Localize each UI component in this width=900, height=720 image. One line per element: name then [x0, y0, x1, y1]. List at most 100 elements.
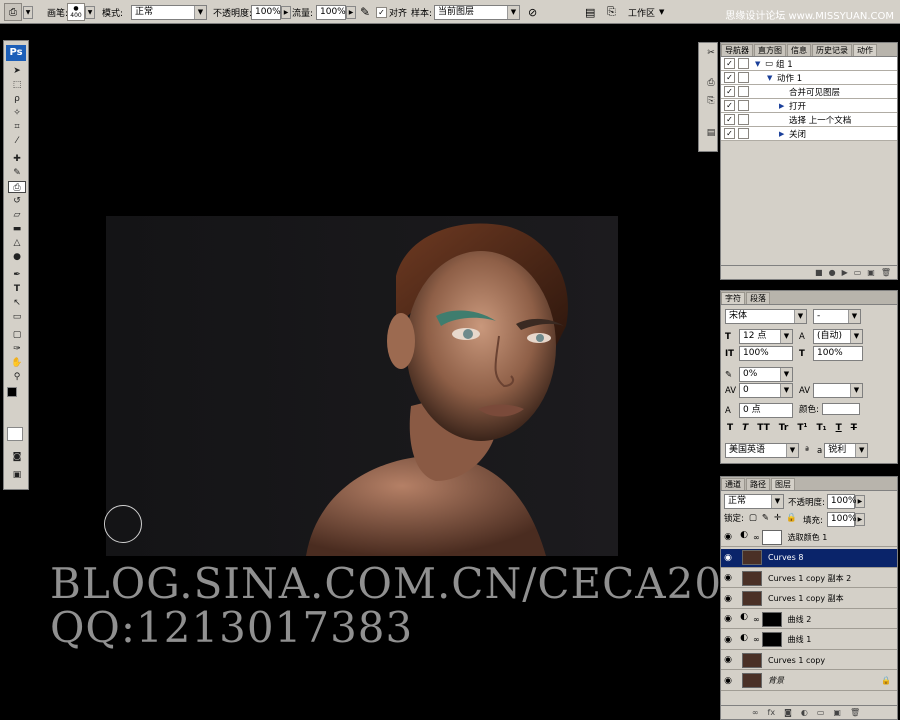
- add-mask-icon[interactable]: ◙: [784, 708, 792, 717]
- layer-mask-thumbnail[interactable]: [761, 529, 782, 545]
- action-toggle-checkbox[interactable]: ✓: [724, 100, 735, 111]
- anti-alias-select[interactable]: 锐利 ▼: [824, 443, 869, 458]
- character-tab-0[interactable]: 字符: [721, 292, 745, 304]
- layer-mask-thumbnail[interactable]: [761, 611, 782, 627]
- healing-brush-icon[interactable]: ✚: [8, 153, 26, 165]
- layer-thumbnail[interactable]: [742, 673, 762, 688]
- delete-layer-icon[interactable]: 🗑: [850, 708, 860, 717]
- bridge-icon[interactable]: ⎘: [607, 3, 616, 21]
- new-adjustment-icon[interactable]: ◐: [801, 708, 808, 717]
- flow-input[interactable]: 100%: [316, 4, 346, 20]
- small-caps-icon[interactable]: Tr: [779, 423, 789, 433]
- visibility-eye-icon[interactable]: ◉: [721, 676, 735, 686]
- layer-opacity-input[interactable]: 100%: [826, 494, 857, 509]
- palette-well-icon[interactable]: ▤: [585, 3, 595, 21]
- dialog-toggle-box[interactable]: [738, 100, 749, 111]
- shape-tool-icon[interactable]: ▭: [8, 311, 26, 323]
- layer-row[interactable]: ◉ Curves 1 copy: [721, 651, 897, 670]
- layer-row[interactable]: ◉ 背景 🔒: [721, 671, 897, 691]
- play-icon[interactable]: ▶: [842, 268, 848, 277]
- action-toggle-checkbox[interactable]: ✓: [724, 86, 735, 97]
- crop-tool-icon[interactable]: ⌗: [8, 121, 26, 133]
- mask-link-icon[interactable]: ∞: [753, 615, 760, 624]
- leading-select[interactable]: (自动) ▼: [813, 329, 863, 344]
- eyedropper-icon[interactable]: ✑: [8, 343, 26, 355]
- actions-tab-3[interactable]: 历史记录: [812, 44, 852, 56]
- aligned-checkbox[interactable]: ✓: [376, 6, 387, 18]
- gradient-tool-icon[interactable]: ▬: [8, 223, 26, 235]
- action-row[interactable]: ✓ ▶ 打开: [721, 99, 897, 113]
- notes-tool-icon[interactable]: ▢: [8, 329, 26, 341]
- visibility-eye-icon[interactable]: ◉: [721, 573, 735, 583]
- layer-row[interactable]: ◉ ◐ ∞ 曲线 2: [721, 610, 897, 629]
- faux-bold-icon[interactable]: T: [727, 423, 733, 433]
- layers-tab-0[interactable]: 通道: [721, 478, 745, 490]
- new-group-icon[interactable]: ▭: [817, 708, 825, 717]
- layer-fill-input[interactable]: 100%: [826, 512, 857, 527]
- kerning-select[interactable]: 0 ▼: [739, 383, 793, 398]
- action-toggle-checkbox[interactable]: ✓: [724, 58, 735, 69]
- layer-row[interactable]: ◉ ◐ ∞ 曲线 1: [721, 630, 897, 650]
- baseline-shift-input[interactable]: 0 点: [739, 403, 793, 418]
- new-layer-icon[interactable]: ▣: [833, 708, 841, 717]
- layers-tab-1[interactable]: 路径: [746, 478, 770, 490]
- record-icon[interactable]: ●: [829, 268, 836, 277]
- flow-arrow-icon[interactable]: ▶: [346, 5, 356, 19]
- visibility-eye-icon[interactable]: ◉: [721, 655, 735, 665]
- airbrush-icon[interactable]: ✎: [360, 3, 370, 21]
- dialog-toggle-box[interactable]: [738, 72, 749, 83]
- layer-thumbnail[interactable]: [742, 652, 762, 668]
- hand-tool-icon[interactable]: ✋: [8, 357, 26, 369]
- chevron-down-icon[interactable]: ▼: [85, 5, 95, 19]
- mode-select[interactable]: 正常 ▼: [131, 4, 207, 20]
- font-style-select[interactable]: - ▼: [813, 309, 861, 324]
- blend-mode-select[interactable]: 正常 ▼: [724, 494, 784, 509]
- dialog-toggle-box[interactable]: [738, 128, 749, 139]
- lock-transparent-icon[interactable]: ▢: [749, 513, 757, 523]
- link-layers-icon[interactable]: ∞: [752, 708, 759, 717]
- tool-preset-picker[interactable]: ⎙ ▼: [4, 3, 33, 21]
- dialog-toggle-box[interactable]: [738, 114, 749, 125]
- underline-icon[interactable]: T: [836, 423, 842, 433]
- faux-italic-icon[interactable]: T: [742, 423, 748, 433]
- font-family-select[interactable]: 宋体 ▼: [725, 309, 807, 324]
- tracking-select[interactable]: ▼: [813, 383, 863, 398]
- new-set-icon[interactable]: ▭: [854, 268, 862, 277]
- brushes-icon[interactable]: ⎙: [702, 77, 720, 89]
- actions-tab-1[interactable]: 直方图: [754, 44, 786, 56]
- magic-wand-icon[interactable]: ✧: [8, 107, 26, 119]
- superscript-icon[interactable]: T¹: [797, 423, 807, 433]
- trash-icon[interactable]: 🗑: [881, 268, 891, 277]
- quick-mask-icon[interactable]: ◙: [8, 451, 26, 463]
- layer-mask-thumbnail[interactable]: [761, 632, 782, 647]
- action-row[interactable]: ✓ 合并可见图层: [721, 85, 897, 99]
- tsume-select[interactable]: 0% ▼: [739, 367, 793, 382]
- horizontal-scale-input[interactable]: 100%: [813, 346, 863, 361]
- clone-stamp-tool-icon[interactable]: ⎙: [8, 181, 26, 193]
- subscript-icon[interactable]: T₁: [816, 423, 826, 433]
- path-selection-icon[interactable]: ↖: [8, 297, 26, 309]
- new-action-icon[interactable]: ▣: [867, 268, 875, 277]
- all-caps-icon[interactable]: TT: [757, 423, 770, 433]
- brush-tool-icon[interactable]: ✎: [8, 167, 26, 179]
- strikethrough-icon[interactable]: T: [851, 423, 857, 433]
- layer-row[interactable]: ◉ Curves 8: [721, 548, 897, 568]
- tools-preset-icon[interactable]: ✂: [702, 47, 720, 59]
- actions-tab-0[interactable]: 导航器: [721, 44, 753, 56]
- pen-tool-icon[interactable]: ✒: [8, 269, 26, 281]
- dodge-tool-icon[interactable]: ●: [8, 251, 26, 263]
- layer-thumbnail[interactable]: [742, 550, 762, 565]
- action-row[interactable]: ✓ 选择 上一个文档: [721, 113, 897, 127]
- brush-picker[interactable]: ● 400 ▼: [67, 3, 95, 21]
- action-row[interactable]: ✓ ▼ ▭ 组 1: [721, 57, 897, 71]
- marquee-tool-icon[interactable]: ⬚: [8, 79, 26, 91]
- layer-row[interactable]: ◉ Curves 1 copy 副本 2: [721, 569, 897, 588]
- document-canvas[interactable]: [106, 216, 618, 556]
- vertical-scale-input[interactable]: 100%: [739, 346, 793, 361]
- dialog-toggle-box[interactable]: [738, 86, 749, 97]
- language-select[interactable]: 美国英语 ▼: [725, 443, 799, 458]
- dialog-toggle-box[interactable]: [738, 58, 749, 69]
- visibility-eye-icon[interactable]: ◉: [721, 553, 735, 563]
- layer-row[interactable]: ◉ ◐ ∞ 选取颜色 1: [721, 528, 897, 547]
- layer-style-icon[interactable]: fx: [768, 708, 776, 717]
